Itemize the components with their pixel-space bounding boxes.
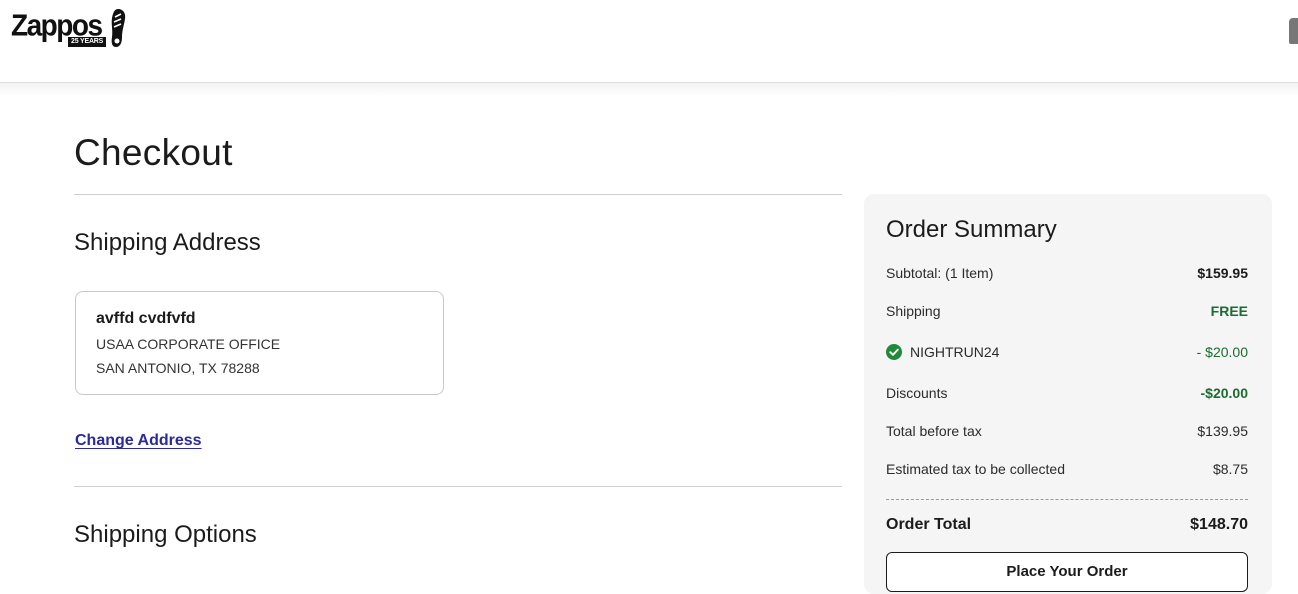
header-shadow bbox=[0, 83, 1298, 97]
order-summary-panel: Order Summary Subtotal: (1 Item) $159.95… bbox=[864, 194, 1272, 594]
address-line-2: SAN ANTONIO, TX 78288 bbox=[96, 360, 260, 376]
shipping-row: Shipping FREE bbox=[886, 303, 1248, 323]
discounts-row: Discounts -$20.00 bbox=[886, 385, 1248, 405]
order-total-row: Order Total $148.70 bbox=[886, 516, 1248, 536]
before-tax-row: Total before tax $139.95 bbox=[886, 423, 1248, 443]
discounts-value: -$20.00 bbox=[1200, 385, 1248, 401]
promo-value: - $20.00 bbox=[1196, 344, 1248, 360]
account-icon[interactable] bbox=[1289, 18, 1298, 44]
title-divider bbox=[74, 194, 842, 195]
logo-badge: 25 YEARS bbox=[68, 37, 107, 47]
order-total-value: $148.70 bbox=[1190, 516, 1248, 533]
promo-code-label: NIGHTRUN24 bbox=[910, 344, 1000, 360]
address-name: avffd cvdfvfd bbox=[96, 310, 196, 327]
summary-divider bbox=[886, 499, 1248, 500]
shipping-address-heading: Shipping Address bbox=[74, 229, 261, 256]
before-tax-value: $139.95 bbox=[1197, 423, 1248, 439]
subtotal-label: Subtotal: (1 Item) bbox=[886, 265, 994, 281]
address-line-1: USAA CORPORATE OFFICE bbox=[96, 336, 281, 352]
shipping-address-card: avffd cvdfvfd USAA CORPORATE OFFICE SAN … bbox=[75, 291, 444, 395]
change-address-link[interactable]: Change Address bbox=[75, 432, 202, 450]
tax-label: Estimated tax to be collected bbox=[886, 461, 1065, 477]
page-title: Checkout bbox=[74, 132, 233, 173]
tax-row: Estimated tax to be collected $8.75 bbox=[886, 461, 1248, 481]
promo-row: NIGHTRUN24 - $20.00 bbox=[886, 344, 1248, 364]
place-order-button[interactable]: Place Your Order bbox=[886, 552, 1248, 592]
shipping-label: Shipping bbox=[886, 303, 941, 319]
shoe-logo-icon bbox=[111, 9, 126, 47]
order-summary-title: Order Summary bbox=[886, 216, 1057, 243]
tax-value: $8.75 bbox=[1212, 461, 1248, 477]
zappos-logo[interactable]: Zappos 25 YEARS bbox=[11, 6, 129, 50]
site-header: Zappos 25 YEARS bbox=[0, 0, 1298, 83]
check-circle-icon bbox=[886, 344, 902, 360]
shipping-options-heading: Shipping Options bbox=[74, 521, 257, 548]
discounts-label: Discounts bbox=[886, 385, 948, 401]
subtotal-row: Subtotal: (1 Item) $159.95 bbox=[886, 265, 1248, 285]
subtotal-value: $159.95 bbox=[1197, 265, 1248, 281]
section-divider bbox=[74, 486, 842, 487]
shipping-value: FREE bbox=[1210, 303, 1248, 319]
before-tax-label: Total before tax bbox=[886, 423, 982, 439]
order-total-label: Order Total bbox=[886, 516, 972, 533]
